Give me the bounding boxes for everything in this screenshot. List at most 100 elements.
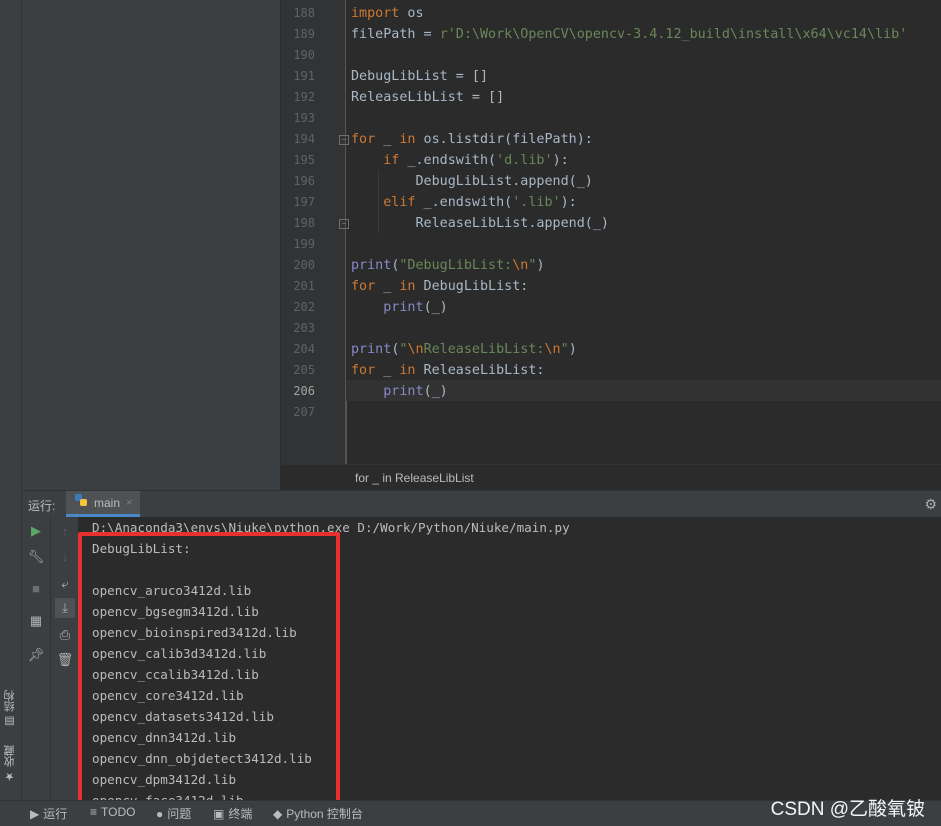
- line-number: 205: [293, 363, 315, 377]
- code-token: _.endswith(: [415, 195, 513, 210]
- breadcrumb[interactable]: for _ in ReleaseLibList: [355, 471, 474, 485]
- trash-icon[interactable]: 🗑︎: [55, 650, 75, 670]
- code-line: DebugLibList.append(_): [351, 171, 941, 192]
- code-token: _.endswith(: [399, 153, 497, 168]
- code-token: ReleaseLibList.append(_): [351, 216, 609, 231]
- line-number: 196: [293, 174, 315, 188]
- bottom-tab-python-console[interactable]: ◆ Python 控制台: [273, 805, 363, 822]
- code-token: 'd.lib': [496, 153, 553, 168]
- run-tool-window-header: 运行: main × ⚙: [22, 490, 941, 518]
- bottom-tab-run[interactable]: ▶ 运行: [30, 805, 67, 822]
- print-icon[interactable]: ⎙: [55, 625, 75, 645]
- breadcrumb-bar: for _ in ReleaseLibList: [281, 464, 941, 491]
- arrow-up-icon[interactable]: ↑: [55, 522, 75, 542]
- code-token: DebugLibList.append(_): [351, 174, 593, 189]
- code-token: DebugLibList:: [415, 279, 529, 294]
- run-toolbar-secondary: ↑ ↓ ⤶ ⤓ ⎙ 🗑︎: [51, 517, 78, 800]
- code-token: (_): [423, 384, 448, 399]
- play-icon: ▶: [30, 806, 40, 821]
- code-token: if: [383, 153, 400, 168]
- code-token: print: [351, 258, 392, 273]
- line-number: 193: [293, 111, 315, 125]
- code-line: ReleaseLibList = []: [351, 87, 941, 108]
- line-number: 198: [293, 216, 315, 230]
- run-tab-main[interactable]: main ×: [66, 491, 141, 517]
- code-token: _: [375, 132, 400, 147]
- code-token: print: [383, 384, 424, 399]
- pin-icon[interactable]: 📌︎: [26, 645, 46, 665]
- right-margin: [346, 401, 347, 464]
- fold-icon[interactable]: −: [339, 219, 349, 229]
- python-icon: [74, 493, 88, 512]
- line-number: 191: [293, 69, 315, 83]
- fold-icon[interactable]: −: [339, 135, 349, 145]
- line-number: 189: [293, 27, 315, 41]
- code-line: for _ in os.listdir(filePath):: [351, 129, 941, 150]
- code-token: print: [383, 300, 424, 315]
- code-editor[interactable]: import os filePath = r'D:\Work\OpenCV\ope…: [281, 0, 941, 464]
- code-token: _: [375, 363, 400, 378]
- code-token: for: [351, 132, 376, 147]
- code-token: \n: [407, 342, 424, 357]
- line-number: 207: [293, 405, 315, 419]
- soft-wrap-icon[interactable]: ⤶: [55, 574, 75, 594]
- wrench-icon[interactable]: 🔧︎: [26, 547, 46, 567]
- scroll-to-end-icon[interactable]: ⤓: [55, 598, 75, 618]
- project-panel: [22, 0, 280, 490]
- left-tool-strip: ▤ 结构 ★ 收藏: [0, 0, 22, 800]
- favorites-tab[interactable]: ★ 收藏: [2, 745, 19, 783]
- bottom-tab-terminal[interactable]: ▣ 终端: [213, 805, 252, 822]
- line-number: 194: [293, 132, 315, 146]
- bottom-tab-todo[interactable]: ≡ TODO: [90, 805, 135, 819]
- run-toolbar-primary: ▶ 🔧︎ ■ ▦ 📌︎: [22, 517, 51, 800]
- line-number: 203: [293, 321, 315, 335]
- code-line: print(_): [351, 381, 941, 402]
- list-icon: ≡: [90, 805, 98, 819]
- code-token: in: [399, 132, 416, 147]
- code-line: import os: [351, 3, 941, 24]
- code-token: DebugLibList = []: [351, 69, 489, 84]
- info-icon: ●: [156, 806, 164, 821]
- code-line: if _.endswith('d.lib'):: [351, 150, 941, 171]
- code-token: \n: [512, 258, 529, 273]
- terminal-icon: ▣: [213, 806, 225, 821]
- stop-icon[interactable]: ■: [26, 579, 46, 599]
- code-token: '.lib': [512, 195, 561, 210]
- code-token: (_): [423, 300, 448, 315]
- star-icon: ★: [4, 770, 16, 784]
- line-number: 204: [293, 342, 315, 356]
- code-token: ): [536, 258, 545, 273]
- code-token: import: [351, 6, 400, 21]
- favorites-tab-label: 收藏: [4, 745, 16, 767]
- code-token: os.listdir(filePath):: [415, 132, 593, 147]
- code-line: ReleaseLibList.append(_): [351, 213, 941, 234]
- code-line: elif _.endswith('.lib'):: [351, 192, 941, 213]
- structure-tab[interactable]: ▤ 结构: [2, 690, 19, 728]
- code-token: filePath =: [351, 27, 440, 42]
- code-token: ): [568, 342, 577, 357]
- code-token: elif: [383, 195, 416, 210]
- gear-icon[interactable]: ⚙: [924, 496, 937, 513]
- run-label: 运行:: [28, 499, 56, 513]
- code-token: in: [399, 279, 416, 294]
- line-number: 197: [293, 195, 315, 209]
- line-number: 202: [293, 300, 315, 314]
- layout-icon[interactable]: ▦: [26, 611, 46, 631]
- rerun-icon[interactable]: ▶: [26, 521, 46, 541]
- line-number: 206: [293, 384, 315, 398]
- code-token: ReleaseLibList:: [423, 342, 545, 357]
- arrow-down-icon[interactable]: ↓: [55, 547, 75, 567]
- code-token: for: [351, 363, 376, 378]
- code-line: for _ in ReleaseLibList:: [351, 360, 941, 381]
- structure-tab-label: 结构: [4, 690, 16, 712]
- structure-icon: ▤: [4, 715, 16, 729]
- code-token: ):: [552, 153, 569, 168]
- close-icon[interactable]: ×: [126, 497, 132, 509]
- line-number: 201: [293, 279, 315, 293]
- bottom-tab-problems[interactable]: ● 问题: [156, 805, 191, 822]
